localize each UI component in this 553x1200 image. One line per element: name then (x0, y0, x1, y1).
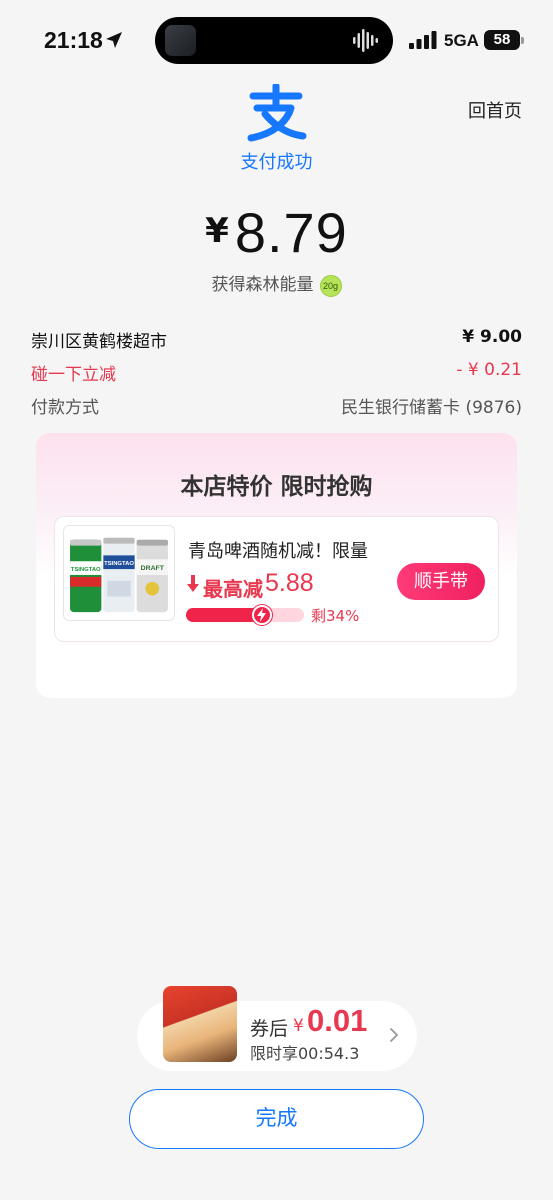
beer-can-draft: DRAFT (136, 539, 168, 613)
chevron-right-icon[interactable] (388, 1026, 400, 1044)
payment-method-label: 付款方式 (31, 398, 99, 418)
discount-amount: - ¥ 0.21 (456, 360, 522, 380)
svg-text:TSINGTAO: TSINGTAO (71, 567, 101, 573)
payment-method-value: 民生银行储蓄卡 (9876) (341, 398, 522, 418)
back-home-link[interactable]: 回首页 (468, 97, 522, 123)
energy-badge: 20g (319, 275, 342, 297)
network-type: 5GA (444, 31, 479, 50)
beer-can-silver: TSINGTAO (103, 537, 135, 613)
remaining-stock-text: 剩34% (311, 607, 360, 625)
payment-amount: ¥8.79 (0, 200, 553, 265)
amount-value: 8.79 (234, 201, 348, 264)
status-bar: 21:18 5GA 58 (0, 0, 553, 80)
product-offer[interactable]: TSINGTAO TSINGTAO DRAFT 青岛啤酒随机减！限量 最高减 5… (54, 516, 499, 642)
stock-progress-bar (186, 605, 304, 625)
currency-symbol: ¥ (205, 211, 229, 251)
status-time: 21:18 (44, 27, 103, 53)
cellular-signal-icon (409, 31, 437, 49)
promo-title: 本店特价 限时抢购 (180, 474, 373, 500)
now-playing-thumbnail (165, 25, 196, 56)
forest-energy-row[interactable]: 获得森林能量 20g (0, 270, 553, 297)
after-coupon-label: 券后 (250, 1018, 289, 1040)
payment-status-text: 支付成功 (240, 152, 313, 173)
add-on-buy-button[interactable]: 顺手带 (397, 563, 485, 600)
svg-text:TSINGTAO: TSINGTAO (104, 561, 134, 567)
deal-product-image (163, 986, 237, 1062)
down-arrow-icon (187, 575, 199, 592)
beer-can-green: TSINGTAO (70, 539, 102, 613)
product-name: 青岛啤酒随机减！限量 (188, 541, 368, 562)
forest-energy-text: 获得森林能量 (211, 275, 314, 295)
battery-indicator: 58 (484, 30, 524, 50)
dynamic-island[interactable] (155, 17, 393, 64)
svg-text:DRAFT: DRAFT (141, 565, 165, 572)
deal-price: 0.01 (307, 1003, 368, 1038)
alipay-logo-icon (247, 84, 307, 142)
location-arrow-icon (106, 32, 122, 48)
payment-method-row: 付款方式 民生银行储蓄卡 (9876) (31, 393, 522, 419)
beer-product-image: TSINGTAO TSINGTAO DRAFT (63, 525, 175, 621)
discount-label: 碰一下立减 (31, 365, 116, 385)
max-reduce-label: 最高减 (203, 577, 263, 601)
merchant-amount: ¥ 9.00 (462, 327, 522, 347)
deal-currency: ¥ (293, 1016, 304, 1036)
lightning-icon (252, 605, 272, 625)
audio-wave-icon (353, 29, 378, 52)
deal-countdown: 限时享00:54.3 (250, 1044, 360, 1063)
merchant-row: 崇川区黄鹤楼超市 ¥ 9.00 (31, 327, 522, 353)
max-reduce-value: 5.88 (265, 569, 314, 597)
store-special-card: 本店特价 限时抢购 TSINGTAO TSINGTAO DRAFT 青岛啤酒随机… (36, 433, 517, 698)
discount-row: 碰一下立减 - ¥ 0.21 (31, 360, 522, 386)
done-button[interactable]: 完成 (129, 1089, 424, 1149)
merchant-name: 崇川区黄鹤楼超市 (31, 332, 167, 352)
